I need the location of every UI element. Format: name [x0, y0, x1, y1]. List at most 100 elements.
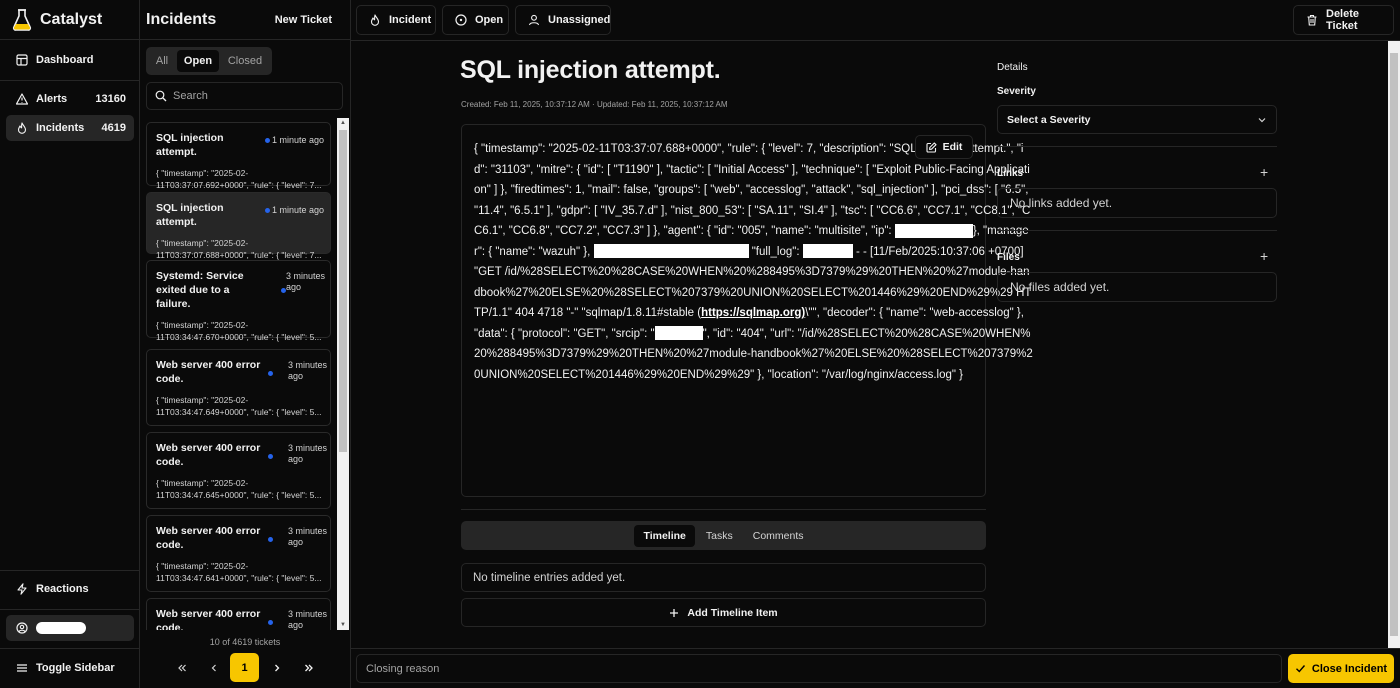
details-divider [997, 230, 1277, 231]
unread-dot [265, 208, 270, 213]
filter-closed[interactable]: Closed [221, 50, 269, 72]
severity-label: Severity [997, 86, 1036, 97]
ticket-title: SQL injection attempt. [460, 56, 721, 84]
ticket-preview: { "timestamp": "2025-02-11T03:37:07.692+… [156, 168, 322, 190]
sqlmap-link[interactable]: https://sqlmap.org) [701, 307, 805, 319]
ticket-tabs: Timeline Tasks Comments [461, 521, 986, 550]
tab-timeline[interactable]: Timeline [634, 524, 695, 547]
add-timeline-label: Add Timeline Item [687, 606, 778, 619]
nav-alerts-label: Alerts [36, 93, 68, 105]
circle-dot-icon [455, 14, 467, 26]
add-timeline-item-button[interactable]: Add Timeline Item [461, 598, 986, 627]
ticket-title: SQL injection attempt. [156, 202, 224, 228]
chevron-right-icon [272, 663, 282, 673]
details-divider [997, 146, 1277, 147]
alerts-count: 13160 [95, 93, 126, 105]
status-filter: All Open Closed [146, 47, 272, 75]
timeline-empty: No timeline entries added yet. [461, 563, 986, 592]
description-part: "full_log": [751, 245, 800, 258]
user-icon [528, 14, 540, 26]
ticket-preview: { "timestamp": "2025-02-11T03:34:47.670+… [156, 320, 322, 342]
nav-divider [0, 648, 139, 649]
filter-all[interactable]: All [149, 50, 175, 72]
status-label: Open [475, 14, 504, 26]
nav-divider [0, 609, 139, 610]
files-empty: No files added yet. [997, 272, 1277, 302]
ticket-list-scrollbar[interactable]: ▲ ▼ [337, 118, 349, 630]
severity-value: Select a Severity [1007, 113, 1091, 126]
ticket-title: Web server 400 error code. [156, 442, 261, 468]
incidents-count: 4619 [101, 122, 126, 134]
ticket-card[interactable]: Web server 400 error code. 3 minutes ago… [146, 515, 331, 592]
close-incident-button[interactable]: Close Incident [1288, 654, 1394, 683]
content-divider [461, 509, 986, 510]
ticket-list-title: Incidents [146, 10, 217, 28]
closing-reason-field [356, 654, 1282, 683]
ticket-time: 3 minutes ago [286, 271, 326, 292]
user-menu[interactable] [6, 615, 134, 641]
next-page-button[interactable] [262, 653, 291, 682]
ticket-time: 3 minutes ago [288, 443, 328, 464]
add-link-icon[interactable]: + [1260, 164, 1268, 180]
check-icon [1295, 663, 1306, 674]
ticket-preview: { "timestamp": "2025-02-11T03:34:47.645+… [156, 478, 322, 500]
ticket-card[interactable]: SQL injection attempt. 1 minute ago { "t… [146, 192, 331, 260]
chevrons-left-icon [177, 663, 187, 673]
ticket-time: 3 minutes ago [288, 609, 328, 630]
brand[interactable]: Catalyst [0, 0, 139, 40]
ticket-preview: { "timestamp": "2025-02-11T03:34:47.641+… [156, 561, 322, 583]
flame-icon [369, 14, 381, 26]
last-page-button[interactable] [294, 653, 323, 682]
nav-reactions[interactable]: Reactions [6, 576, 134, 602]
edit-button[interactable]: Edit [915, 135, 973, 159]
owner-button[interactable]: Unassigned [515, 5, 611, 35]
nav-dashboard[interactable]: Dashboard [6, 47, 134, 73]
ticket-card[interactable]: Web server 400 error code. 3 minutes ago… [146, 432, 331, 509]
search-input[interactable] [173, 90, 323, 102]
prev-page-button[interactable] [199, 653, 228, 682]
ticket-card[interactable]: Web server 400 error code. 3 minutes ago [146, 598, 331, 630]
unread-dot [268, 620, 273, 625]
scroll-up-icon[interactable]: ▲ [340, 120, 346, 126]
unread-dot [268, 537, 273, 542]
scroll-down-icon[interactable]: ▼ [340, 622, 346, 628]
main-scrollbar[interactable] [1388, 41, 1400, 648]
type-label: Incident [389, 14, 432, 26]
closing-reason-input[interactable] [366, 662, 1281, 675]
files-label: Files [997, 252, 1020, 263]
status-button[interactable]: Open [442, 5, 509, 35]
severity-select[interactable]: Select a Severity [997, 105, 1277, 134]
ticket-card[interactable]: SQL injection attempt. 1 minute ago { "t… [146, 122, 331, 190]
current-page-button[interactable]: 1 [230, 653, 259, 682]
unread-dot [265, 138, 270, 143]
toggle-sidebar-button[interactable]: Toggle Sidebar [6, 655, 134, 681]
unread-dot [268, 371, 273, 376]
delete-ticket-button[interactable]: Delete Ticket [1293, 5, 1394, 35]
add-file-icon[interactable]: + [1260, 248, 1268, 264]
ticket-preview: { "timestamp": "2025-02-11T03:34:47.649+… [156, 395, 322, 417]
details-heading: Details [997, 62, 1028, 73]
owner-label: Unassigned [548, 14, 611, 26]
redacted-block [654, 326, 703, 341]
nav-dashboard-label: Dashboard [36, 54, 94, 66]
first-page-button[interactable] [167, 653, 196, 682]
nav-incidents[interactable]: Incidents 4619 [6, 115, 134, 141]
nav-alerts[interactable]: Alerts 13160 [6, 86, 134, 112]
trash-icon [1306, 14, 1318, 26]
footer-divider [351, 648, 1400, 649]
type-button[interactable]: Incident [356, 5, 436, 35]
new-ticket-button[interactable]: New Ticket [263, 8, 344, 32]
menu-icon [16, 662, 28, 674]
edit-label: Edit [942, 141, 963, 153]
edit-icon [926, 141, 937, 153]
nav-divider [0, 570, 139, 571]
links-empty: No links added yet. [997, 188, 1277, 218]
scrollbar-thumb[interactable] [1390, 53, 1398, 636]
ticket-card[interactable]: Systemd: Service exited due to a failure… [146, 260, 331, 342]
ticket-card[interactable]: Web server 400 error code. 3 minutes ago… [146, 349, 331, 426]
tab-tasks[interactable]: Tasks [697, 525, 742, 547]
filter-open[interactable]: Open [177, 50, 219, 72]
toggle-sidebar-label: Toggle Sidebar [36, 662, 115, 674]
tab-comments[interactable]: Comments [744, 525, 813, 547]
scrollbar-thumb[interactable] [339, 130, 347, 452]
